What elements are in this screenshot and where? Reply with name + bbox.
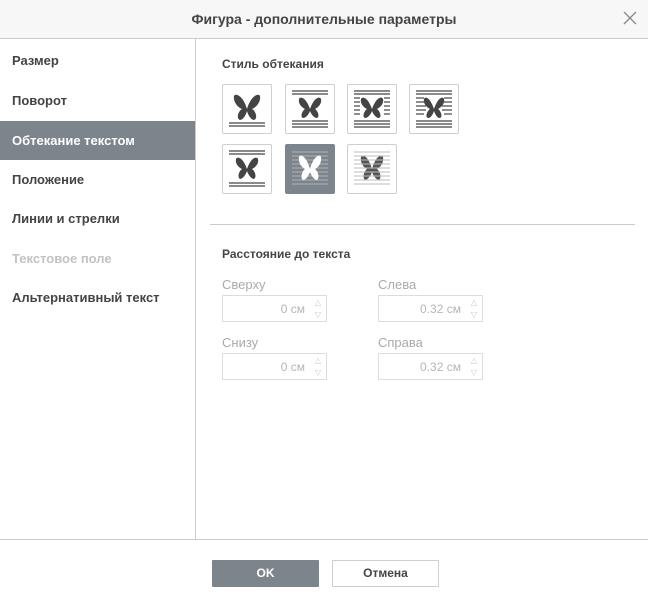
distance-right-label: Справа bbox=[378, 335, 423, 350]
chevron-up-icon[interactable]: △ bbox=[312, 297, 324, 308]
sidebar-item-size[interactable]: Размер bbox=[0, 41, 195, 80]
sidebar-item-rotation[interactable]: Поворот bbox=[0, 81, 195, 120]
sidebar-item-position[interactable]: Положение bbox=[0, 160, 195, 199]
distance-bottom-field[interactable]: △ ▽ bbox=[222, 353, 327, 380]
dialog-title-bar: Фигура - дополнительные параметры bbox=[0, 0, 648, 39]
ok-button[interactable]: OK bbox=[212, 560, 319, 587]
sidebar-item-lines-arrows[interactable]: Линии и стрелки bbox=[0, 199, 195, 238]
chevron-down-icon[interactable]: ▽ bbox=[468, 367, 480, 378]
wrap-top-bottom-button[interactable] bbox=[222, 144, 272, 194]
wrap-square-icon bbox=[292, 90, 328, 128]
chevron-down-icon[interactable]: ▽ bbox=[312, 309, 324, 320]
distance-label: Расстояние до текста bbox=[222, 247, 351, 261]
wrap-through-icon bbox=[416, 90, 452, 128]
dialog-title: Фигура - дополнительные параметры bbox=[191, 11, 457, 27]
sidebar-item-text-box: Текстовое поле bbox=[12, 251, 112, 266]
distance-left-input[interactable] bbox=[379, 296, 465, 321]
distance-left-label: Слева bbox=[378, 277, 417, 292]
wrap-through-button[interactable] bbox=[409, 84, 459, 134]
distance-bottom-input[interactable] bbox=[223, 354, 309, 379]
sidebar-item-alt-text[interactable]: Альтернативный текст bbox=[0, 278, 195, 317]
wrap-inline-button[interactable] bbox=[222, 84, 272, 134]
dialog-footer: OK Отмена bbox=[0, 539, 648, 600]
wrap-behind-icon bbox=[292, 151, 328, 185]
wrap-behind-button[interactable] bbox=[285, 144, 335, 194]
chevron-down-icon[interactable]: ▽ bbox=[312, 367, 324, 378]
sidebar-item-text-wrapping[interactable]: Обтекание текстом bbox=[0, 121, 195, 160]
distance-bottom-label: Снизу bbox=[222, 335, 259, 350]
wrap-style-label: Стиль обтекания bbox=[222, 57, 324, 71]
wrap-tight-icon bbox=[354, 90, 390, 128]
content-panel: Стиль обтекания Расстояние до текста Све… bbox=[197, 39, 648, 539]
chevron-up-icon[interactable]: △ bbox=[468, 355, 480, 366]
wrap-square-button[interactable] bbox=[285, 84, 335, 134]
chevron-up-icon[interactable]: △ bbox=[468, 297, 480, 308]
distance-top-input[interactable] bbox=[223, 296, 309, 321]
sidebar: Размер Поворот Обтекание текстом Положен… bbox=[0, 39, 196, 539]
close-icon[interactable] bbox=[622, 10, 638, 26]
wrap-top-bottom-icon bbox=[229, 150, 265, 187]
distance-left-field[interactable]: △ ▽ bbox=[378, 295, 483, 322]
section-divider bbox=[210, 224, 635, 225]
chevron-down-icon[interactable]: ▽ bbox=[468, 309, 480, 320]
wrap-inline-icon bbox=[229, 94, 265, 127]
distance-right-field[interactable]: △ ▽ bbox=[378, 353, 483, 380]
chevron-up-icon[interactable]: △ bbox=[312, 355, 324, 366]
wrap-in-front-icon bbox=[354, 151, 390, 185]
wrap-tight-button[interactable] bbox=[347, 84, 397, 134]
distance-top-label: Сверху bbox=[222, 277, 266, 292]
wrap-in-front-button[interactable] bbox=[347, 144, 397, 194]
distance-right-input[interactable] bbox=[379, 354, 465, 379]
cancel-button[interactable]: Отмена bbox=[332, 560, 439, 587]
distance-top-field[interactable]: △ ▽ bbox=[222, 295, 327, 322]
